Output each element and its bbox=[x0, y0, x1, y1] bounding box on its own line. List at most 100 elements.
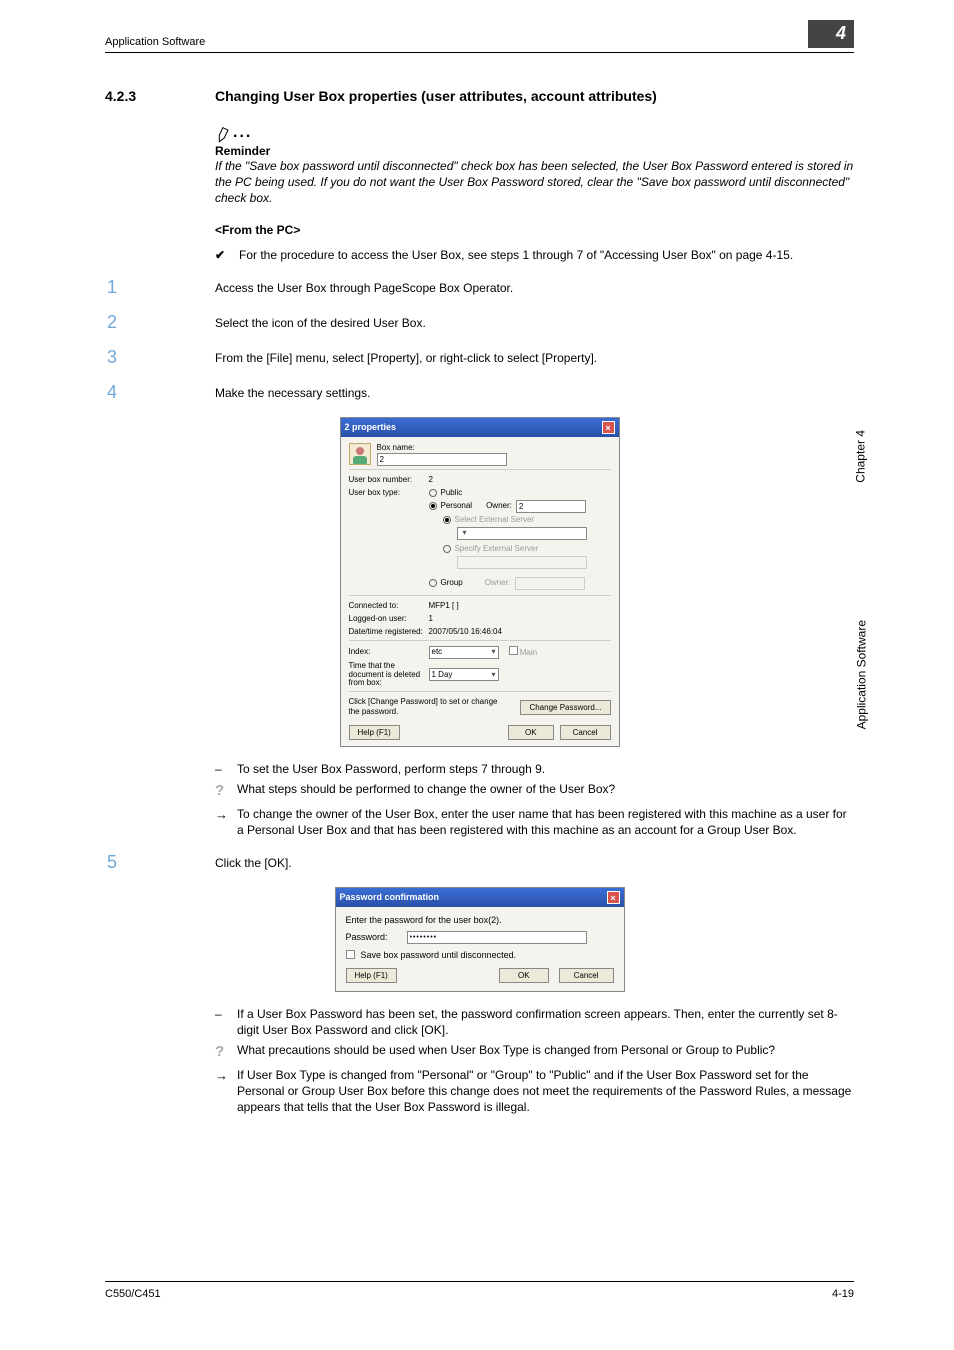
step4-sublist: –To set the User Box Password, perform s… bbox=[215, 761, 854, 838]
password-label: Password: bbox=[346, 932, 401, 942]
sublist-text: What precautions should be used when Use… bbox=[237, 1042, 854, 1062]
step-number: 4 bbox=[105, 382, 215, 403]
index-dropdown[interactable]: etc bbox=[429, 646, 499, 659]
logged-label: Logged-on user: bbox=[349, 614, 429, 624]
change-password-button[interactable]: Change Password... bbox=[520, 700, 610, 715]
chapter-number-tab: 4 bbox=[808, 20, 854, 48]
reminder-label: Reminder bbox=[215, 144, 854, 158]
reminder-body: If the "Save box password until disconne… bbox=[215, 158, 854, 207]
dialog-title: Password confirmation bbox=[340, 892, 440, 902]
ok-button[interactable]: OK bbox=[499, 968, 549, 983]
dialog-title: 2 properties bbox=[345, 422, 397, 433]
datetime-label: Date/time registered: bbox=[349, 627, 429, 637]
reminder-note: ... Reminder If the "Save box password u… bbox=[215, 124, 854, 207]
pen-icon bbox=[213, 124, 234, 145]
ok-button[interactable]: OK bbox=[508, 725, 554, 740]
specify-external-label: Specify External Server bbox=[455, 544, 539, 554]
save-password-label: Save box password until disconnected. bbox=[361, 950, 517, 960]
properties-dialog: 2 properties × Box name: User box number… bbox=[340, 417, 620, 747]
close-icon[interactable]: × bbox=[602, 421, 615, 434]
delete-time-dropdown[interactable]: 1 Day bbox=[429, 668, 499, 681]
page-footer: C550/C451 4-19 bbox=[105, 1281, 854, 1300]
step-number: 2 bbox=[105, 312, 215, 333]
box-name-label: Box name: bbox=[377, 443, 611, 453]
box-name-input[interactable] bbox=[377, 453, 507, 466]
help-button[interactable]: Help (F1) bbox=[349, 725, 400, 740]
step-3: 3 From the [File] menu, select [Property… bbox=[105, 347, 854, 368]
step5-sublist: –If a User Box Password has been set, th… bbox=[215, 1006, 854, 1115]
user-box-number-value: 2 bbox=[429, 475, 433, 485]
group-owner-input bbox=[515, 577, 585, 590]
step-text: Access the User Box through PageScope Bo… bbox=[215, 277, 854, 298]
sublist-text: If User Box Type is changed from "Person… bbox=[237, 1067, 854, 1116]
select-external-label: Select External Server bbox=[455, 515, 535, 525]
step-number: 3 bbox=[105, 347, 215, 368]
footer-page-number: 4-19 bbox=[832, 1288, 854, 1300]
user-icon bbox=[349, 443, 371, 465]
cancel-button[interactable]: Cancel bbox=[559, 968, 614, 983]
dash-bullet: – bbox=[215, 761, 229, 777]
radio-select-external bbox=[443, 516, 451, 524]
radio-group[interactable] bbox=[429, 579, 437, 587]
arrow-icon bbox=[215, 1067, 229, 1116]
change-password-text: Click [Change Password] to set or change… bbox=[349, 697, 499, 717]
user-box-number-label: User box number: bbox=[349, 475, 429, 485]
specify-external-input bbox=[457, 556, 587, 569]
check-icon: ✔ bbox=[215, 247, 229, 263]
main-checkbox bbox=[509, 646, 518, 655]
step-text: Make the necessary settings. bbox=[215, 382, 854, 403]
save-password-checkbox[interactable] bbox=[346, 950, 355, 959]
side-chapter-label: Chapter 4 bbox=[854, 430, 868, 483]
prerequisite-text: For the procedure to access the User Box… bbox=[239, 247, 854, 263]
prerequisite-list: ✔ For the procedure to access the User B… bbox=[215, 247, 854, 263]
password-prompt: Enter the password for the user box(2). bbox=[346, 915, 614, 925]
side-section-label: Application Software bbox=[854, 620, 868, 729]
radio-group-label: Group bbox=[441, 578, 463, 588]
from-pc-heading: <From the PC> bbox=[215, 223, 854, 237]
cancel-button[interactable]: Cancel bbox=[560, 725, 611, 740]
sublist-text: If a User Box Password has been set, the… bbox=[237, 1006, 854, 1038]
step-text: Click the [OK]. bbox=[215, 852, 854, 873]
logged-value: 1 bbox=[429, 614, 433, 624]
sublist-text: To set the User Box Password, perform st… bbox=[237, 761, 854, 777]
radio-public[interactable] bbox=[429, 489, 437, 497]
help-button[interactable]: Help (F1) bbox=[346, 968, 397, 983]
radio-specify-external bbox=[443, 545, 451, 553]
section-title: Changing User Box properties (user attri… bbox=[215, 88, 854, 104]
dash-bullet: – bbox=[215, 1006, 229, 1038]
step-number: 5 bbox=[105, 852, 215, 873]
reminder-dots-icon: ... bbox=[233, 124, 252, 142]
step-number: 1 bbox=[105, 277, 215, 298]
step-2: 2 Select the icon of the desired User Bo… bbox=[105, 312, 854, 333]
owner-input[interactable] bbox=[516, 500, 586, 513]
dialog-titlebar: 2 properties × bbox=[341, 418, 619, 437]
radio-personal[interactable] bbox=[429, 502, 437, 510]
radio-public-label: Public bbox=[441, 488, 463, 498]
header-section-title: Application Software bbox=[105, 36, 205, 48]
step-5: 5 Click the [OK]. bbox=[105, 852, 854, 873]
dialog-titlebar: Password confirmation × bbox=[336, 888, 624, 907]
owner-label: Owner: bbox=[486, 501, 512, 511]
user-box-type-label: User box type: bbox=[349, 488, 429, 498]
connected-label: Connected to: bbox=[349, 601, 429, 611]
select-external-dropdown bbox=[457, 527, 587, 540]
sublist-text: What steps should be performed to change… bbox=[237, 781, 854, 801]
password-input[interactable] bbox=[407, 931, 587, 944]
step-4: 4 Make the necessary settings. bbox=[105, 382, 854, 403]
radio-personal-label: Personal bbox=[441, 501, 473, 511]
step-text: From the [File] menu, select [Property],… bbox=[215, 347, 854, 368]
datetime-value: 2007/05/10 16:46:04 bbox=[429, 627, 502, 637]
page-header: Application Software bbox=[105, 36, 854, 53]
connected-value: MFP1 [ ] bbox=[429, 601, 459, 611]
step-text: Select the icon of the desired User Box. bbox=[215, 312, 854, 333]
question-icon bbox=[215, 1042, 229, 1062]
index-label: Index: bbox=[349, 647, 429, 657]
question-icon bbox=[215, 781, 229, 801]
close-icon[interactable]: × bbox=[607, 891, 620, 904]
step-1: 1 Access the User Box through PageScope … bbox=[105, 277, 854, 298]
section-heading: 4.2.3 Changing User Box properties (user… bbox=[105, 88, 854, 104]
sublist-text: To change the owner of the User Box, ent… bbox=[237, 806, 854, 838]
footer-model: C550/C451 bbox=[105, 1288, 161, 1300]
password-confirmation-dialog: Password confirmation × Enter the passwo… bbox=[335, 887, 625, 992]
section-number: 4.2.3 bbox=[105, 88, 215, 104]
